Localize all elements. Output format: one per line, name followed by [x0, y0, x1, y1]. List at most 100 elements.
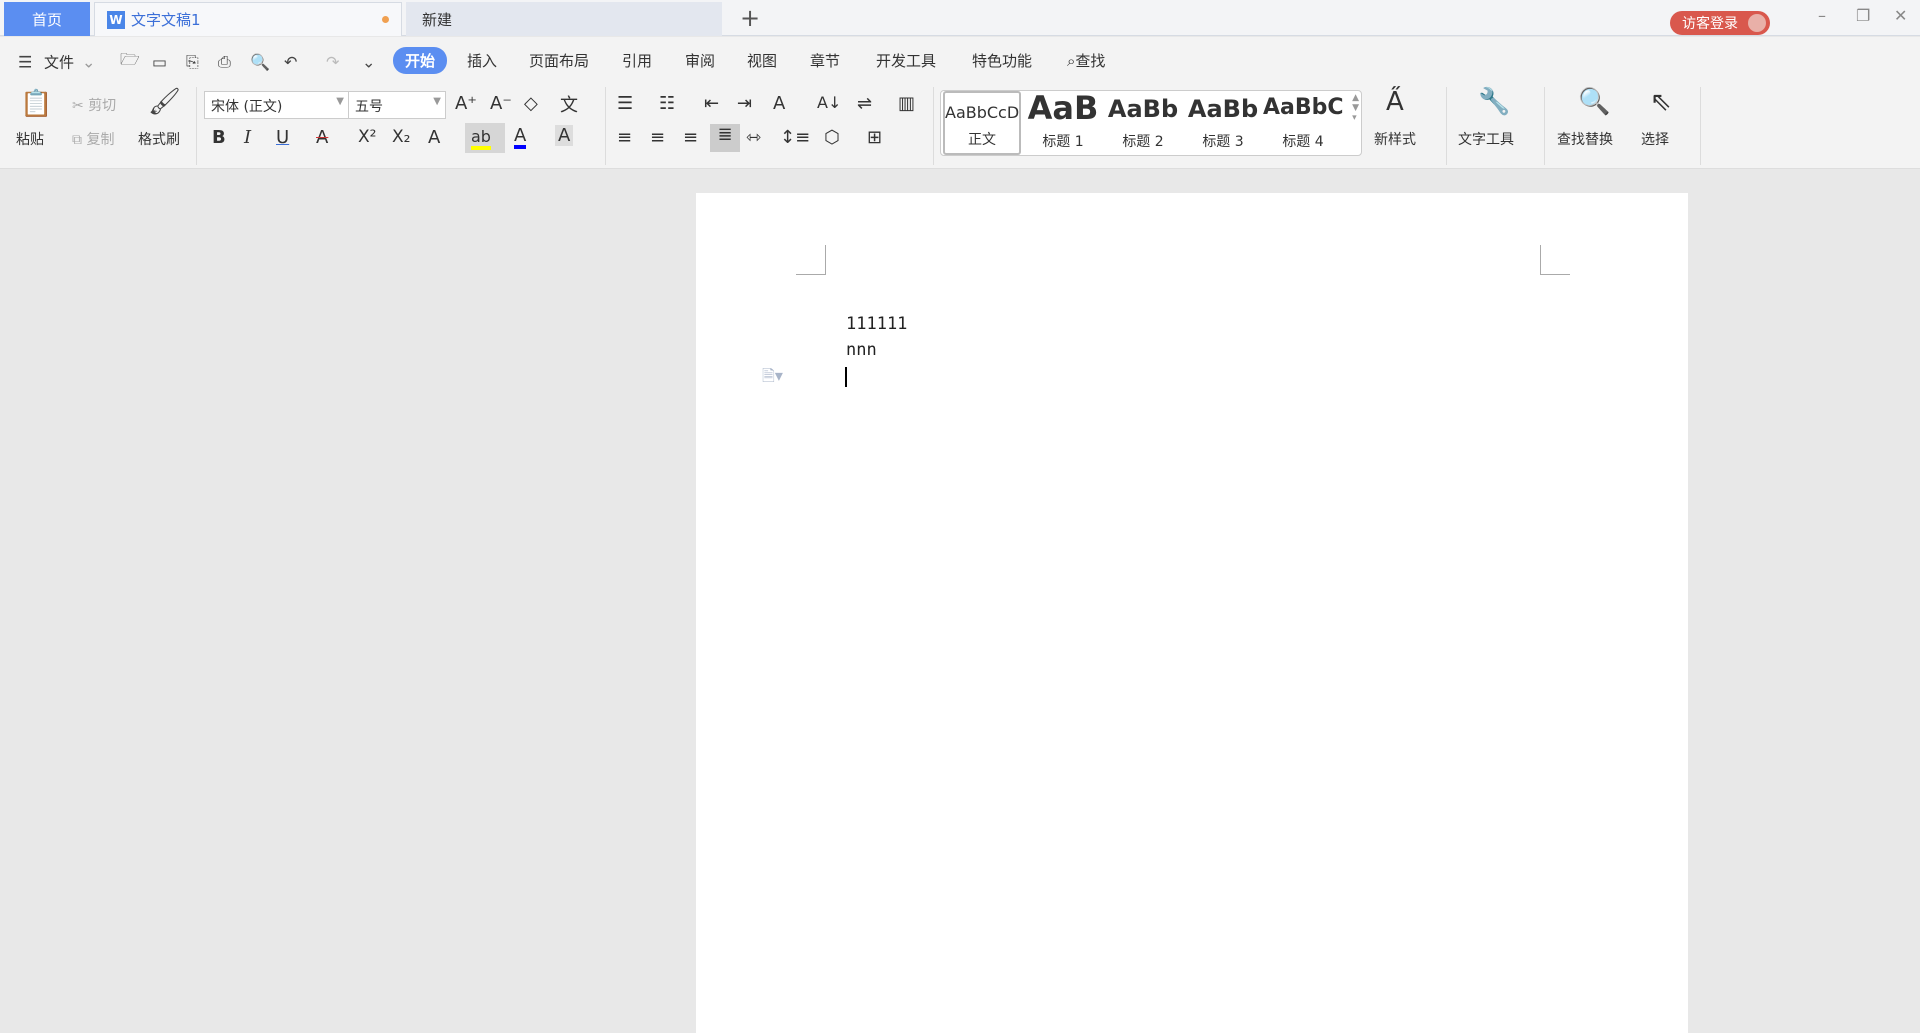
justify-icon[interactable]: ≣	[710, 124, 740, 152]
document-line[interactable]: nnn	[846, 340, 877, 360]
cut-button[interactable]: ✂ 剪切	[72, 95, 116, 115]
avatar-icon	[1748, 14, 1766, 32]
find-replace-icon[interactable]: 🔍	[1578, 87, 1610, 117]
new-style-button[interactable]: 新样式	[1374, 129, 1416, 149]
tab-page-layout[interactable]: 页面布局	[529, 50, 589, 71]
distribute-icon[interactable]: ⇿	[746, 127, 761, 148]
cursor-icon[interactable]: ⇖	[1650, 87, 1672, 117]
tab-developer[interactable]: 开发工具	[876, 50, 936, 71]
print-preview-icon[interactable]: 🔍	[250, 53, 270, 72]
gallery-scroll-icon[interactable]: ▲ ▼ ▾	[1352, 93, 1359, 123]
decrease-indent-icon[interactable]: ⇤	[704, 93, 719, 114]
tab-view[interactable]: 视图	[747, 50, 777, 71]
find-replace-button[interactable]: 查找替换	[1557, 129, 1613, 149]
tab-new[interactable]: 新建	[406, 2, 722, 36]
tab-chapter[interactable]: 章节	[810, 50, 840, 71]
guest-login-button[interactable]: 访客登录	[1670, 11, 1770, 35]
find-label: 查找	[1075, 52, 1106, 70]
size-value: 五号	[355, 99, 383, 115]
phonetic-icon[interactable]: 文	[560, 91, 578, 117]
divider	[605, 87, 606, 165]
tab-home[interactable]: 首页	[4, 2, 90, 36]
close-button[interactable]: ✕	[1894, 6, 1907, 25]
style-normal[interactable]: AaBbCcDd正文	[943, 91, 1021, 155]
save-icon[interactable]: ▭	[152, 53, 167, 72]
select-button[interactable]: 选择	[1641, 129, 1669, 149]
table-icon[interactable]: ▥	[898, 93, 915, 114]
strikethrough-icon[interactable]: A	[316, 127, 328, 148]
paragraph-menu-icon[interactable]: 🗎▾	[762, 365, 783, 392]
tab-insert[interactable]: 插入	[467, 50, 497, 71]
writer-icon: W	[107, 10, 125, 29]
tab-references[interactable]: 引用	[622, 50, 652, 71]
tab-review[interactable]: 审阅	[685, 50, 715, 71]
font-value: 宋体 (正文)	[211, 99, 283, 115]
divider	[1544, 87, 1545, 165]
file-menu[interactable]: 文件	[44, 52, 74, 73]
text-cursor	[845, 367, 847, 387]
borders-icon[interactable]: ⊞	[867, 127, 882, 148]
paste-icon[interactable]: 📋	[20, 89, 52, 119]
shading-icon[interactable]: ⬡	[824, 127, 840, 148]
copy-button[interactable]: ⧉ 复制	[72, 129, 114, 149]
login-label: 访客登录	[1682, 16, 1738, 32]
font-size-select[interactable]: 五号 ▼	[348, 91, 446, 119]
restore-button[interactable]: ❐	[1856, 6, 1870, 25]
find-button[interactable]: ⌕查找	[1067, 50, 1105, 71]
shrink-font-icon[interactable]: A⁻	[490, 93, 512, 114]
grow-font-icon[interactable]: A⁺	[455, 93, 477, 114]
customize-icon[interactable]: ⌄	[362, 53, 375, 72]
bold-icon[interactable]: B	[212, 127, 226, 148]
style-heading-1[interactable]: AaB 标题 1	[1023, 89, 1103, 155]
unsaved-dot-icon	[382, 16, 389, 23]
numbering-icon[interactable]: ☷	[659, 93, 675, 114]
margin-corner	[796, 245, 826, 275]
bullets-icon[interactable]: ☰	[617, 93, 633, 114]
minimize-button[interactable]: –	[1818, 6, 1826, 25]
format-painter-icon[interactable]: 🖌	[148, 87, 181, 117]
line-spacing-icon[interactable]: ↕≡	[780, 127, 810, 148]
paste-button[interactable]: 粘贴	[16, 129, 44, 149]
format-painter-button[interactable]: 格式刷	[138, 129, 180, 149]
style-heading-4[interactable]: AaBbC 标题 4	[1263, 91, 1343, 155]
add-tab-button[interactable]: +	[740, 4, 760, 32]
style-heading-2[interactable]: AaBb 标题 2	[1103, 91, 1183, 155]
text-tools-button[interactable]: 文字工具	[1458, 129, 1514, 149]
tab-start[interactable]: 开始	[393, 47, 448, 74]
line-break-icon[interactable]: ⇌	[857, 93, 872, 114]
increase-indent-icon[interactable]: ⇥	[737, 93, 752, 114]
font-family-select[interactable]: 宋体 (正文) ▼	[204, 91, 349, 119]
char-shading-icon[interactable]: A	[555, 125, 574, 146]
italic-icon[interactable]: I	[244, 127, 251, 148]
tab-document[interactable]: W 文字文稿1	[94, 2, 402, 36]
copy-label: 复制	[86, 132, 115, 148]
clear-format-icon[interactable]: ◇	[524, 93, 538, 114]
document-line[interactable]: 111111	[846, 314, 907, 334]
text-effect-icon[interactable]: A	[428, 127, 440, 148]
tab-bar: 首页 W 文字文稿1 新建 + 访客登录 – ❐ ✕	[0, 0, 1920, 36]
font-color-icon[interactable]: A	[514, 127, 527, 149]
document-page[interactable]	[696, 193, 1688, 1033]
underline-icon[interactable]: U	[276, 127, 289, 148]
undo-icon[interactable]: ↶	[284, 53, 297, 72]
redo-icon[interactable]: ↷	[326, 53, 339, 72]
align-right-icon[interactable]: ≡	[683, 127, 698, 148]
subscript-icon[interactable]: X₂	[392, 127, 410, 147]
open-icon[interactable]: 🗁	[120, 49, 140, 76]
sort-icon[interactable]: A↓	[817, 93, 841, 112]
superscript-icon[interactable]: X²	[358, 127, 376, 147]
new-style-icon[interactable]: A̋	[1386, 87, 1404, 117]
menu-icon[interactable]: ☰	[18, 53, 32, 72]
align-center-icon[interactable]: ≡	[650, 127, 665, 148]
tab-document-label: 文字文稿1	[131, 11, 201, 29]
tab-features[interactable]: 特色功能	[972, 50, 1032, 71]
divider	[196, 87, 197, 165]
char-spacing-icon[interactable]: A	[773, 93, 785, 114]
wrench-icon[interactable]: 🔧	[1478, 87, 1510, 117]
chevron-down-icon[interactable]: ⌄	[82, 53, 95, 72]
style-heading-3[interactable]: AaBb 标题 3	[1183, 91, 1263, 155]
print-icon[interactable]: ⎙	[218, 52, 231, 72]
highlight-icon[interactable]: ab	[465, 123, 505, 153]
align-left-icon[interactable]: ≡	[617, 127, 632, 148]
export-icon[interactable]: ⎘	[186, 52, 199, 72]
